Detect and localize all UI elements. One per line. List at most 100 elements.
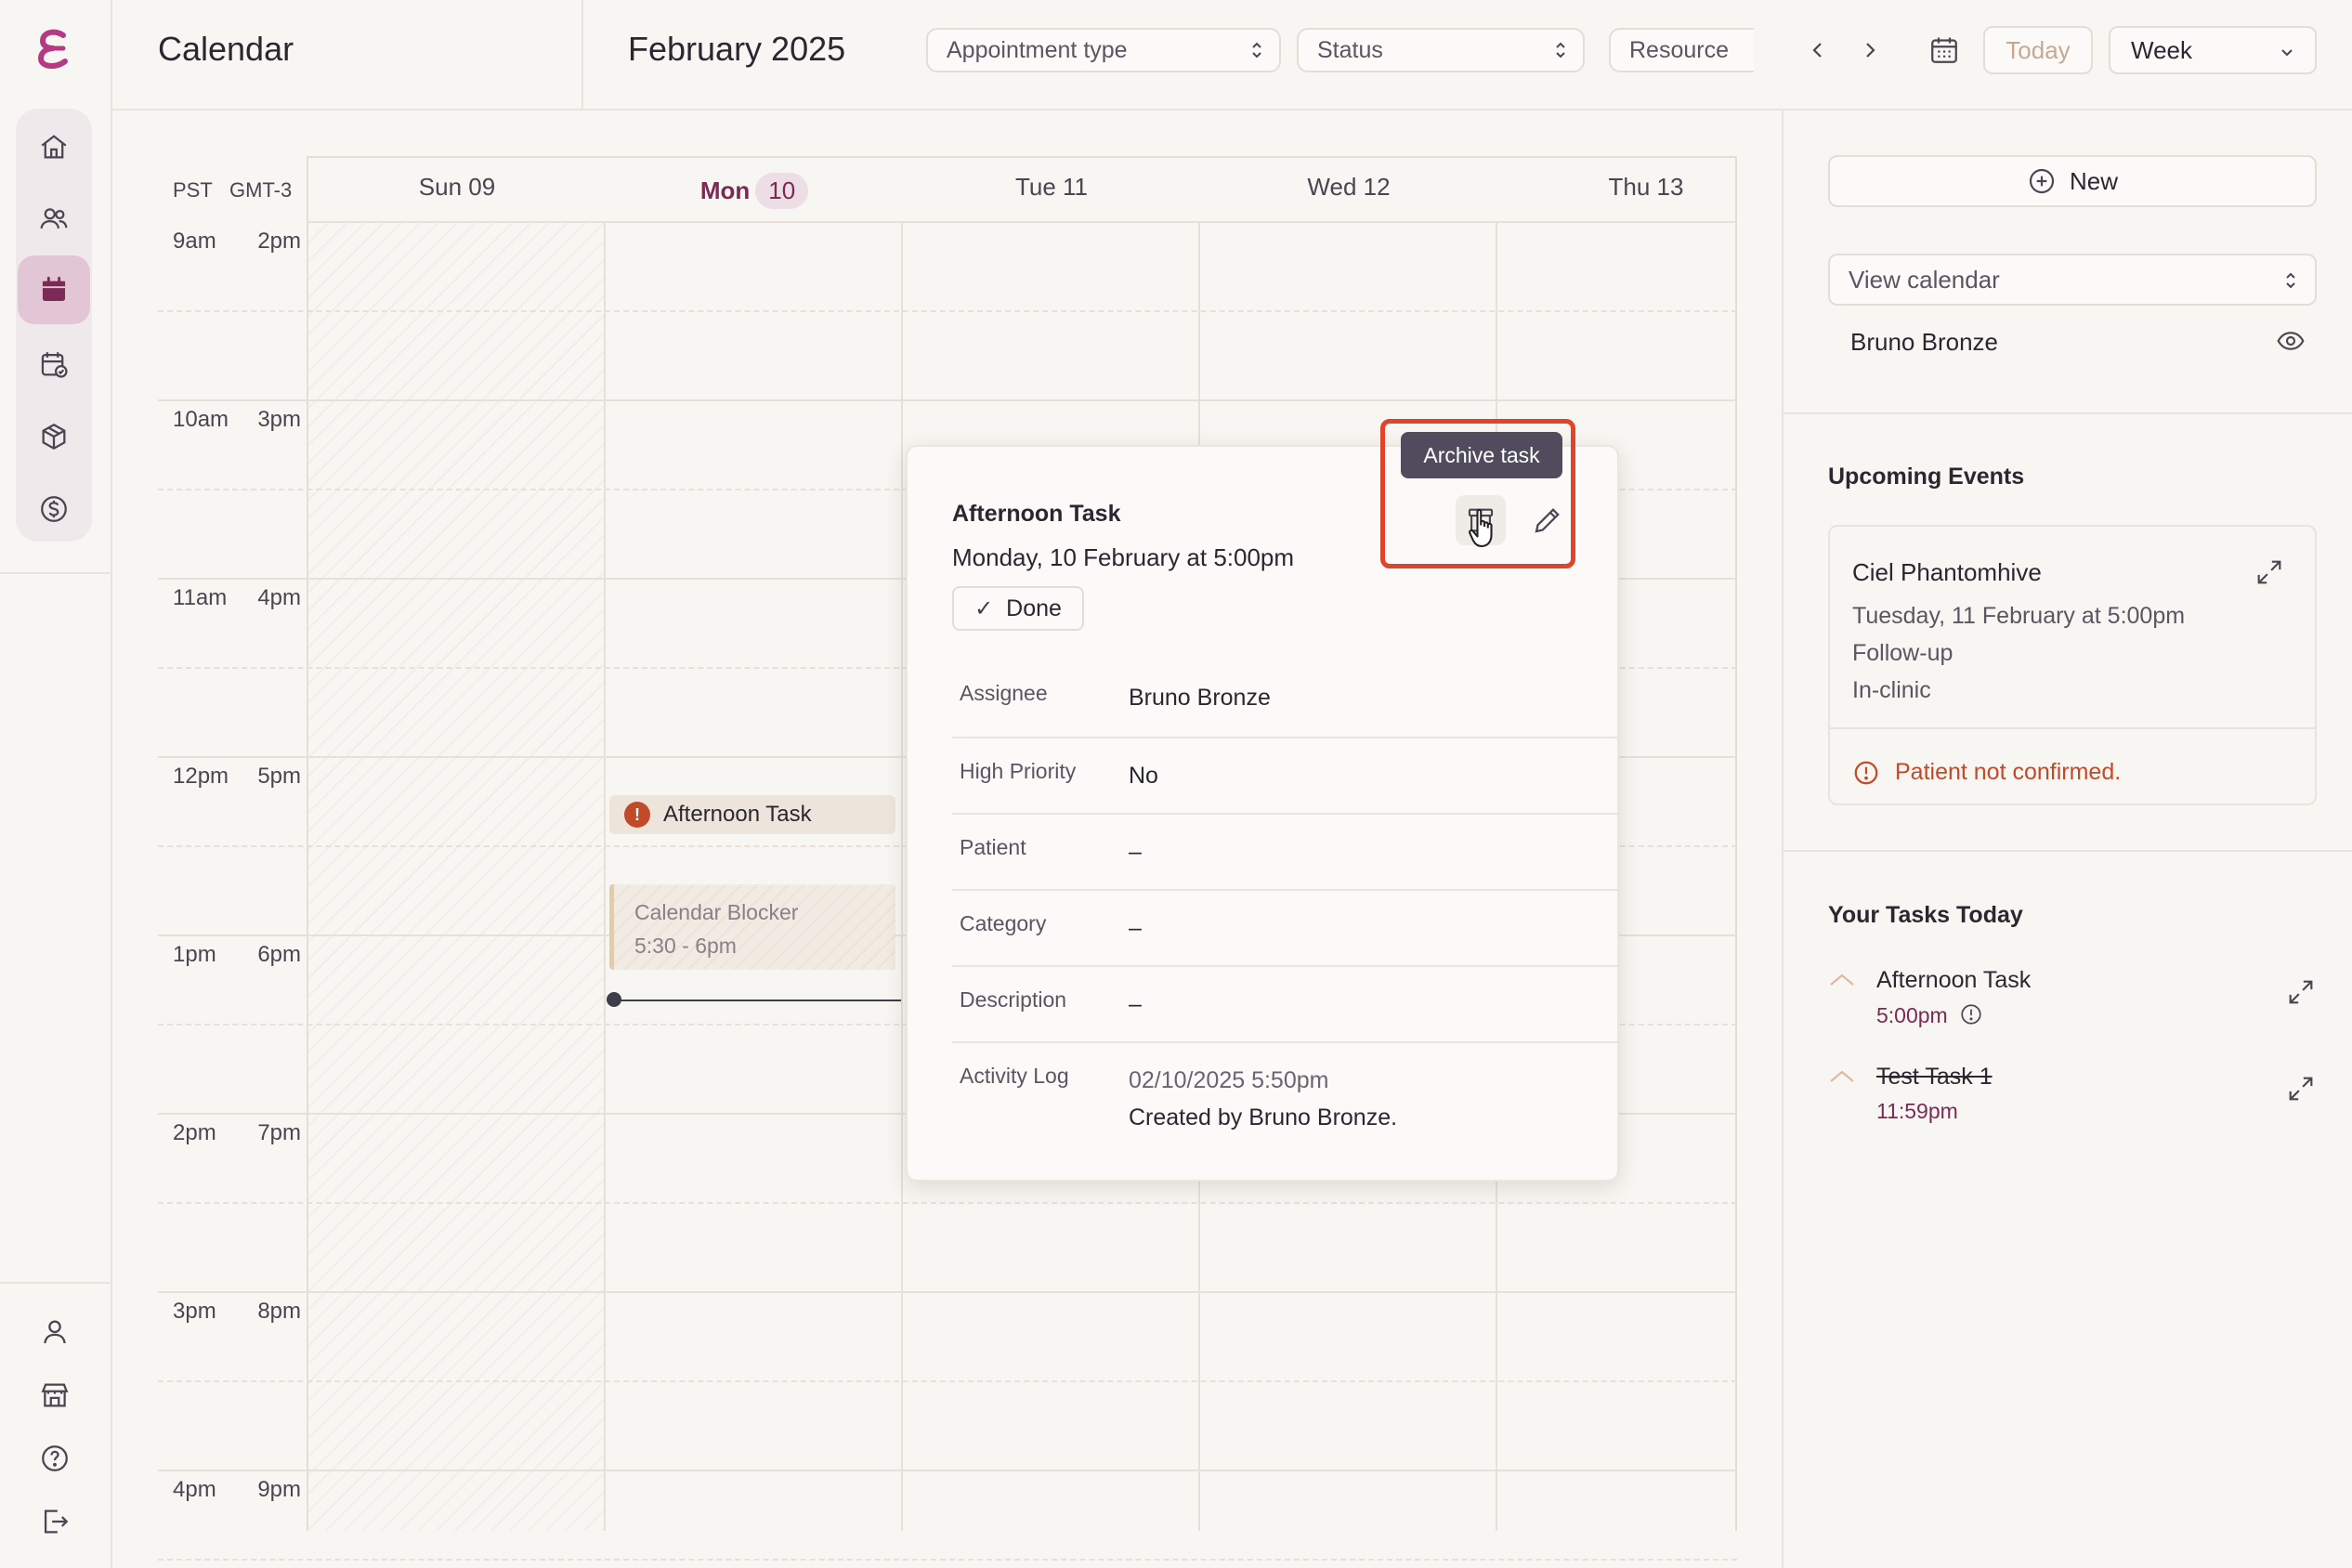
view-mode-label: Week <box>2131 35 2192 64</box>
patients-icon <box>40 208 68 229</box>
task-item[interactable]: Test Task 1 11:59pm <box>1828 1064 2317 1138</box>
time-label-gmt: 5pm <box>257 764 301 789</box>
calendar-event-blocker[interactable]: Calendar Blocker 5:30 - 6pm <box>609 884 895 970</box>
half-hour-line <box>158 310 1737 312</box>
expand-icon[interactable] <box>2285 1073 2317 1104</box>
day-header-mon[interactable]: Mon 10 <box>606 173 903 209</box>
logout-button[interactable] <box>22 1496 87 1548</box>
mark-done-button[interactable]: ✓ Done <box>952 586 1084 631</box>
detail-value: – <box>1129 839 1142 865</box>
status-select[interactable]: Status <box>1297 28 1585 72</box>
event-type: Follow-up <box>1852 640 1953 666</box>
warning-circle-icon <box>1854 761 1878 785</box>
nav-billing[interactable] <box>18 475 90 543</box>
resource-select[interactable]: Resource <box>1609 28 1754 72</box>
event-location: In-clinic <box>1852 677 1931 703</box>
nav-patients[interactable] <box>18 185 90 254</box>
resource-label: Resource <box>1629 36 1729 63</box>
appointment-type-label: Appointment type <box>947 36 1128 63</box>
timezone-label-gmt: GMT-3 <box>229 178 293 202</box>
task-date: Monday, 10 February at 5:00pm <box>952 543 1295 571</box>
hand-cursor-icon <box>1469 508 1493 548</box>
day-header-tue[interactable]: Tue 11 <box>903 173 1200 202</box>
hour-line <box>158 1470 1737 1471</box>
brand-logo-icon[interactable] <box>35 28 72 71</box>
detail-label: Description <box>960 987 1067 1012</box>
page-title: Calendar <box>158 30 294 68</box>
detail-value: – <box>1129 991 1142 1017</box>
grid-line <box>604 221 606 1531</box>
card-divider <box>1830 727 2315 729</box>
time-label-pst: 4pm <box>173 1477 216 1502</box>
view-mode-select[interactable]: Week <box>2109 26 2317 74</box>
next-week-button[interactable] <box>1853 32 1887 69</box>
current-time-line <box>613 1000 901 1001</box>
calendar-person-name: Bruno Bronze <box>1850 328 1998 356</box>
time-label-gmt: 7pm <box>257 1120 301 1145</box>
detail-value: Bruno Bronze <box>1129 685 1271 711</box>
chevron-updown-icon <box>2286 272 2295 289</box>
chevron-left-icon <box>1812 43 1822 58</box>
new-button[interactable]: New <box>1828 155 2317 207</box>
task-name: Afternoon Task <box>1876 967 2032 993</box>
check-icon: ✓ <box>974 595 994 621</box>
panel-divider <box>1784 412 2352 414</box>
timezone-label-pst: PST <box>173 178 213 202</box>
detail-row-description: Description – <box>952 965 1621 1041</box>
calendar-event-task[interactable]: ! Afternoon Task <box>609 795 895 834</box>
task-time: 11:59pm <box>1876 1099 1958 1123</box>
time-label-pst: 11am <box>173 585 228 610</box>
event-title: Afternoon Task <box>663 802 812 827</box>
alert-icon: ! <box>624 802 650 828</box>
grid-line <box>307 221 1737 223</box>
nav-calendar[interactable] <box>18 255 90 324</box>
day-header-sun[interactable]: Sun 09 <box>308 173 606 202</box>
tasks-today-title: Your Tasks Today <box>1828 902 2023 928</box>
billing-icon <box>41 496 67 522</box>
time-label-pst: 10am <box>173 407 229 432</box>
detail-row-priority: High Priority No <box>952 737 1621 813</box>
date-picker-button[interactable] <box>1922 28 1967 72</box>
panel-divider <box>1784 850 2352 852</box>
appointment-type-select[interactable]: Appointment type <box>926 28 1281 72</box>
view-calendar-select[interactable]: View calendar <box>1828 254 2317 306</box>
logout-icon <box>44 1509 69 1534</box>
profile-button[interactable] <box>22 1306 87 1358</box>
prev-week-button[interactable] <box>1801 32 1835 69</box>
chevron-right-icon <box>1866 43 1875 58</box>
half-hour-line <box>158 1559 1737 1561</box>
detail-label: Activity Log <box>960 1064 1069 1088</box>
detail-row-patient: Patient – <box>952 813 1621 889</box>
task-name-completed: Test Task 1 <box>1876 1064 1993 1090</box>
chevron-down-icon <box>2281 49 2293 57</box>
detail-label: Patient <box>960 835 1026 859</box>
time-label-gmt: 8pm <box>257 1299 301 1324</box>
task-item[interactable]: Afternoon Task 5:00pm <box>1828 967 2317 1041</box>
help-button[interactable] <box>22 1432 87 1484</box>
eye-icon[interactable] <box>2274 326 2307 356</box>
day-header-thu[interactable]: Thu 13 <box>1497 173 1795 202</box>
detail-row-activity-log: Activity Log 02/10/2025 5:50pm Created b… <box>952 1041 1621 1153</box>
upcoming-event-card[interactable]: Ciel Phantomhive Tuesday, 11 February at… <box>1828 525 2317 805</box>
unavailable-day-shading <box>308 223 606 1531</box>
activity-timestamp: 02/10/2025 5:50pm <box>1129 1067 1329 1093</box>
nav-inventory[interactable] <box>18 402 90 471</box>
time-label-pst: 2pm <box>173 1120 216 1145</box>
clinic-button[interactable] <box>22 1369 87 1421</box>
day-header-wed[interactable]: Wed 12 <box>1200 173 1497 202</box>
right-panel: New View calendar Bruno Bronze Upcoming … <box>1782 111 2352 1568</box>
chevron-updown-icon <box>1556 42 1565 59</box>
time-label-pst: 3pm <box>173 1299 216 1324</box>
detail-row-assignee: Assignee Bruno Bronze <box>952 660 1621 737</box>
nav-schedule[interactable] <box>18 330 90 399</box>
event-patient-name: Ciel Phantomhive <box>1852 558 2042 586</box>
new-label: New <box>2069 166 2118 195</box>
expand-icon[interactable] <box>2254 556 2285 588</box>
half-hour-line <box>158 1380 1737 1382</box>
nav-home[interactable] <box>18 112 90 181</box>
time-label-pst: 1pm <box>173 942 216 967</box>
time-label-gmt: 9pm <box>257 1477 301 1502</box>
nav-items <box>16 109 92 542</box>
expand-icon[interactable] <box>2285 976 2317 1008</box>
today-button[interactable]: Today <box>1983 26 2093 74</box>
